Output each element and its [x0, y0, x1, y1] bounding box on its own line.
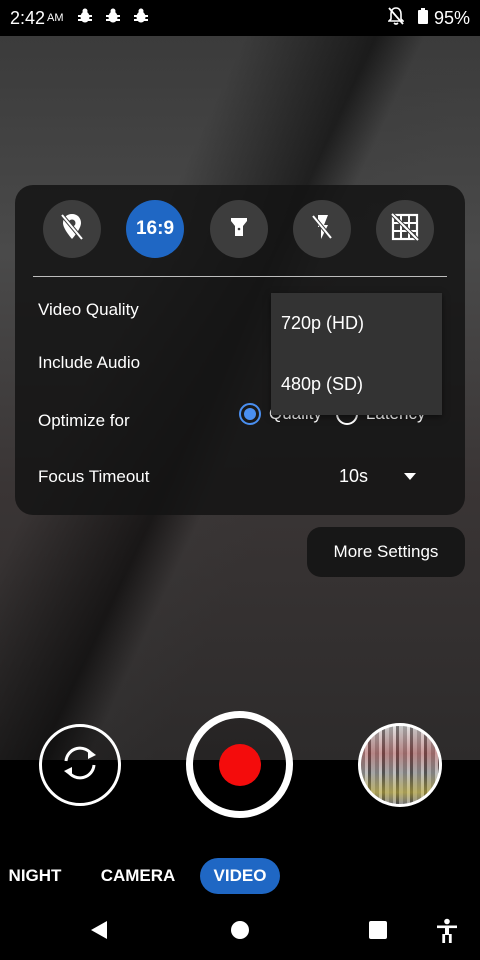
- gallery-thumbnail[interactable]: [358, 723, 442, 807]
- divider: [33, 276, 447, 277]
- battery-icon: [417, 7, 428, 29]
- last-capture-thumbnail: [361, 726, 439, 804]
- mode-video[interactable]: VIDEO: [200, 858, 280, 894]
- recents-button[interactable]: [367, 918, 389, 947]
- quick-settings-icon-row: 16:9: [43, 200, 435, 258]
- video-quality-dropdown: 720p (HD) 480p (SD): [271, 293, 442, 415]
- record-icon: [218, 743, 261, 786]
- optimize-for-label: Optimize for: [38, 411, 130, 430]
- accessibility-icon: [436, 918, 458, 949]
- aspect-ratio-label: 16:9: [135, 218, 175, 239]
- record-button[interactable]: [186, 711, 293, 818]
- status-ampm: AM: [47, 12, 64, 24]
- location-off-button[interactable]: [43, 200, 101, 258]
- switch-camera-button[interactable]: [39, 724, 121, 806]
- mode-camera[interactable]: CAMERA: [96, 858, 180, 894]
- grid-off-icon: [390, 212, 420, 246]
- focus-timeout-value[interactable]: 10s: [339, 466, 368, 487]
- home-button[interactable]: [229, 918, 251, 947]
- aspect-ratio-button[interactable]: 16:9: [126, 200, 184, 258]
- bug-icon: [105, 8, 120, 29]
- switch-camera-icon: [60, 743, 100, 788]
- flash-off-button[interactable]: [293, 200, 351, 258]
- radio-checked-icon: [239, 403, 261, 425]
- accessibility-button[interactable]: [436, 918, 458, 949]
- include-audio-label: Include Audio: [38, 353, 141, 372]
- bug-icon: [77, 8, 92, 29]
- video-quality-label: Video Quality: [38, 300, 139, 319]
- back-button[interactable]: [88, 918, 110, 947]
- mode-selector: NIGHT CAMERA VIDEO: [0, 858, 480, 894]
- status-bar: 2:42 AM 95%: [0, 0, 480, 36]
- torch-icon: [230, 216, 248, 243]
- more-settings-button[interactable]: More Settings: [307, 527, 465, 577]
- bug-icon: [133, 8, 148, 29]
- recents-icon: [367, 918, 389, 947]
- chevron-down-icon[interactable]: [404, 473, 416, 480]
- location-off-icon: [59, 212, 85, 247]
- quality-option-480p[interactable]: 480p (SD): [281, 374, 363, 395]
- flash-off-icon: [310, 214, 334, 245]
- more-settings-label: More Settings: [333, 542, 439, 561]
- back-icon: [88, 918, 110, 947]
- home-icon: [229, 918, 251, 947]
- notifications-off-icon: [387, 6, 405, 30]
- mode-night[interactable]: NIGHT: [2, 858, 68, 894]
- quick-settings-panel: 16:9 Video Quality Include Audio Optimiz…: [15, 185, 465, 515]
- status-time: 2:42: [10, 7, 46, 28]
- grid-off-button[interactable]: [376, 200, 434, 258]
- torch-button[interactable]: [210, 200, 268, 258]
- battery-percent: 95%: [433, 7, 470, 28]
- navigation-bar: [0, 906, 480, 960]
- quality-option-720p[interactable]: 720p (HD): [281, 313, 364, 334]
- focus-timeout-label: Focus Timeout: [38, 467, 150, 486]
